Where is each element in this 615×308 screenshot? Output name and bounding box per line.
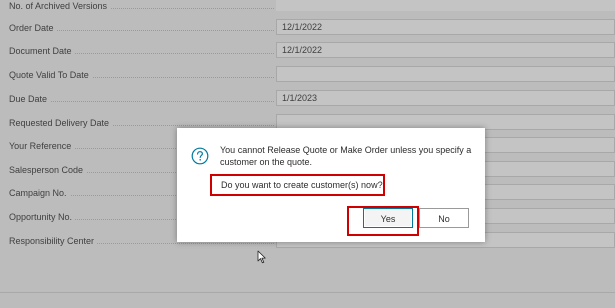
- dialog-message: You cannot Release Quote or Make Order u…: [220, 145, 472, 167]
- document-date-label: Document Date: [9, 45, 274, 57]
- no-button[interactable]: No: [419, 208, 469, 228]
- question-circle-icon: [191, 147, 209, 165]
- order-date-label: Order Date: [9, 22, 274, 34]
- divider: [0, 292, 615, 293]
- quote-valid-to-date-field[interactable]: [276, 66, 615, 82]
- mouse-pointer-icon: [257, 250, 266, 264]
- row-quote-valid-to-date: Quote Valid To Date: [0, 66, 615, 84]
- confirm-dialog: You cannot Release Quote or Make Order u…: [177, 128, 485, 242]
- archived-versions-label: No. of Archived Versions: [9, 0, 274, 12]
- row-archived-versions: No. of Archived Versions: [0, 0, 615, 15]
- yes-button[interactable]: Yes: [363, 208, 413, 228]
- row-document-date: Document Date 12/1/2022: [0, 42, 615, 60]
- order-date-field[interactable]: 12/1/2022: [276, 19, 615, 35]
- document-date-field[interactable]: 12/1/2022: [276, 42, 615, 58]
- dialog-question: Do you want to create customer(s) now?: [210, 174, 385, 196]
- row-order-date: Order Date 12/1/2022: [0, 19, 615, 37]
- due-date-field[interactable]: 1/1/2023: [276, 90, 615, 106]
- quote-valid-to-date-label: Quote Valid To Date: [9, 69, 274, 81]
- row-due-date: Due Date 1/1/2023: [0, 90, 615, 108]
- due-date-label: Due Date: [9, 93, 274, 105]
